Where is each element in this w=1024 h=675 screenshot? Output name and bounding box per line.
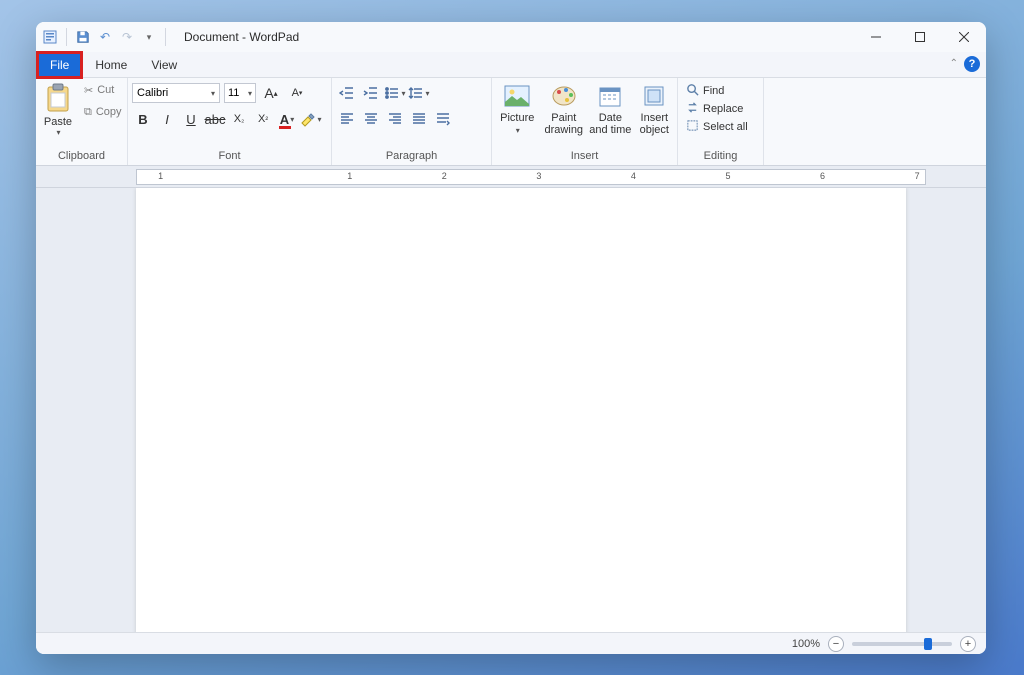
qat-customize-icon[interactable]: ▾ (141, 29, 157, 45)
strikethrough-button[interactable]: abc (204, 108, 226, 130)
scissors-icon: ✂ (84, 84, 93, 97)
zoom-slider-thumb[interactable] (924, 638, 932, 650)
superscript-button[interactable]: X² (252, 108, 274, 130)
subscript-button[interactable]: X₂ (228, 108, 250, 130)
line-spacing-button[interactable]: ▾ (408, 82, 430, 104)
app-icon (42, 29, 58, 45)
group-editing: Find Replace Select all Editing (678, 78, 764, 165)
redo-icon[interactable]: ↷ (119, 29, 135, 45)
insert-picture-button[interactable]: Picture▾ (496, 80, 539, 136)
zoom-in-button[interactable]: + (960, 636, 976, 652)
close-button[interactable] (942, 22, 986, 52)
help-icon[interactable]: ? (964, 56, 980, 72)
insert-paint-button[interactable]: Paint drawing (543, 80, 586, 136)
undo-icon[interactable]: ↶ (97, 29, 113, 45)
tab-view[interactable]: View (139, 52, 189, 78)
clipboard-icon (42, 82, 74, 114)
chevron-down-icon: ▾ (56, 128, 60, 137)
chevron-down-icon: ▾ (516, 126, 520, 135)
paste-button[interactable]: Paste ▾ (40, 80, 76, 139)
insert-date-button[interactable]: Date and time (589, 80, 632, 136)
group-title-clipboard: Clipboard (40, 148, 123, 165)
window-title: Document - WordPad (184, 30, 299, 44)
group-title-editing: Editing (682, 148, 759, 165)
calendar-icon (596, 82, 624, 110)
select-all-icon (686, 119, 699, 135)
align-right-button[interactable] (384, 108, 406, 130)
shrink-font-button[interactable]: A▾ (286, 82, 308, 104)
ribbon-tabs: File Home View ⌃ ? (36, 52, 986, 78)
picture-icon (503, 82, 531, 110)
font-color-button[interactable]: A▾ (276, 108, 298, 130)
ribbon: Paste ▾ ✂ Cut ⧉ Copy Clipboard (36, 78, 986, 166)
zoom-out-button[interactable]: − (828, 636, 844, 652)
group-clipboard: Paste ▾ ✂ Cut ⧉ Copy Clipboard (36, 78, 128, 165)
group-paragraph: ▾ ▾ Paragraph (332, 78, 492, 165)
search-icon (686, 83, 699, 99)
increase-indent-button[interactable] (360, 82, 382, 104)
decrease-indent-button[interactable] (336, 82, 358, 104)
horizontal-ruler[interactable]: 1 1 2 3 4 5 6 7 (136, 169, 926, 185)
font-family-select[interactable]: Calibri ▾ (132, 83, 220, 103)
group-insert: Picture▾ Paint drawing Date and time (492, 78, 678, 165)
underline-button[interactable]: U (180, 108, 202, 130)
quick-access-toolbar: ↶ ↷ ▾ (36, 28, 174, 46)
bullets-button[interactable]: ▾ (384, 82, 406, 104)
justify-button[interactable] (408, 108, 430, 130)
document-page[interactable] (136, 188, 906, 632)
save-icon[interactable] (75, 29, 91, 45)
align-center-button[interactable] (360, 108, 382, 130)
replace-icon (686, 101, 699, 117)
replace-button[interactable]: Replace (682, 100, 747, 118)
title-bar: ↶ ↷ ▾ Document - WordPad (36, 22, 986, 52)
group-title-paragraph: Paragraph (336, 148, 487, 165)
collapse-ribbon-icon[interactable]: ⌃ (950, 58, 958, 69)
copy-button[interactable]: ⧉ Copy (80, 102, 126, 122)
palette-icon (550, 82, 578, 110)
group-title-insert: Insert (496, 148, 673, 165)
minimize-button[interactable] (854, 22, 898, 52)
insert-object-button[interactable]: Insert object (636, 80, 673, 136)
tab-file[interactable]: File (38, 53, 81, 77)
zoom-slider[interactable] (852, 642, 952, 646)
align-left-button[interactable] (336, 108, 358, 130)
find-button[interactable]: Find (682, 82, 728, 100)
document-area (36, 188, 986, 632)
font-size-select[interactable]: 11 ▾ (224, 83, 256, 103)
wordpad-window: ↶ ↷ ▾ Document - WordPad File Home View … (36, 22, 986, 654)
bold-button[interactable]: B (132, 108, 154, 130)
chevron-down-icon: ▾ (211, 89, 215, 98)
object-icon (640, 82, 668, 110)
highlight-button[interactable]: ▾ (300, 108, 322, 130)
copy-icon: ⧉ (84, 106, 92, 119)
chevron-down-icon: ▾ (248, 89, 252, 98)
window-controls (854, 22, 986, 52)
grow-font-button[interactable]: A▴ (260, 82, 282, 104)
maximize-button[interactable] (898, 22, 942, 52)
group-title-font: Font (132, 148, 327, 165)
tab-home[interactable]: Home (83, 52, 139, 78)
select-all-button[interactable]: Select all (682, 118, 752, 136)
group-font: Calibri ▾ 11 ▾ A▴ A▾ B I U abc X₂ (128, 78, 332, 165)
ruler-area: 1 1 2 3 4 5 6 7 (36, 166, 986, 188)
paragraph-dialog-button[interactable] (432, 108, 454, 130)
status-bar: 100% − + (36, 632, 986, 654)
cut-button[interactable]: ✂ Cut (80, 80, 126, 100)
zoom-level: 100% (792, 638, 820, 650)
italic-button[interactable]: I (156, 108, 178, 130)
